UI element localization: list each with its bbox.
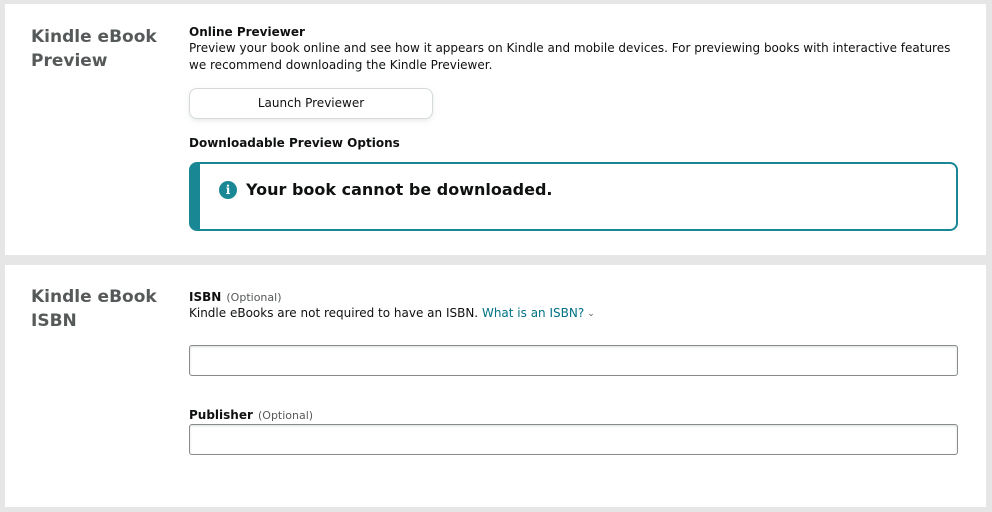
online-previewer-heading: Online Previewer [189, 25, 305, 39]
publisher-optional-label: (Optional) [258, 409, 314, 422]
section-title-isbn: Kindle eBook ISBN [31, 287, 157, 331]
chevron-down-icon[interactable]: ⌄ [587, 309, 595, 319]
launch-previewer-button[interactable]: Launch Previewer [189, 88, 433, 119]
isbn-help-text: Kindle eBooks are not required to have a… [189, 306, 479, 320]
online-previewer-block: Online Previewer Preview your book onlin… [189, 24, 959, 74]
preview-section: Kindle eBook Preview Online Previewer Pr… [5, 4, 986, 255]
isbn-label: ISBN [189, 290, 222, 304]
what-is-isbn-link-text[interactable]: What is an ISBN? [482, 306, 584, 320]
download-alert-text: Your book cannot be downloaded. [246, 180, 553, 199]
isbn-help-row: Kindle eBooks are not required to have a… [189, 305, 959, 323]
publisher-input[interactable] [189, 424, 958, 455]
publisher-label: Publisher [189, 408, 253, 422]
isbn-section: Kindle eBook ISBN ISBN (Optional) Kindle… [5, 265, 986, 507]
download-alert: i Your book cannot be downloaded. [189, 162, 958, 231]
what-is-isbn-link[interactable]: What is an ISBN? ⌄ [482, 306, 595, 320]
isbn-optional-label: (Optional) [226, 291, 282, 304]
isbn-label-row: ISBN (Optional) [189, 286, 959, 305]
isbn-input[interactable] [189, 345, 958, 376]
info-icon: i [219, 181, 237, 199]
section-title-preview: Kindle eBook Preview [31, 27, 157, 71]
publisher-label-row: Publisher (Optional) [189, 404, 959, 423]
online-previewer-description: Preview your book online and see how it … [189, 41, 951, 72]
downloadable-preview-heading: Downloadable Preview Options [189, 136, 400, 150]
